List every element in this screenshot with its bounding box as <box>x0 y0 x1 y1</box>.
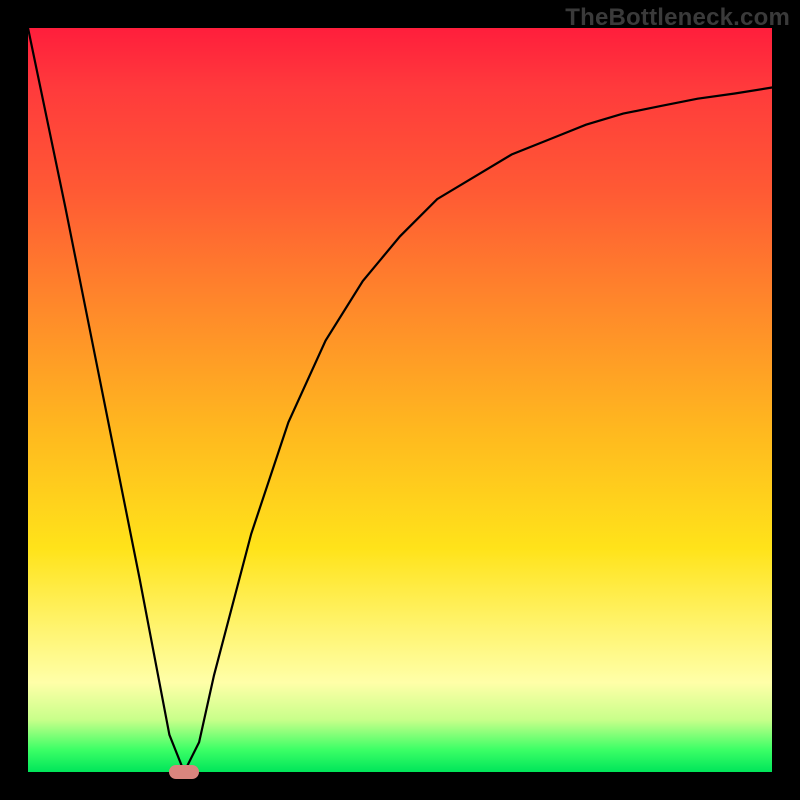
optimal-point-marker <box>169 765 199 779</box>
bottleneck-curve <box>28 28 772 772</box>
watermark-text: TheBottleneck.com <box>565 4 790 32</box>
chart-frame <box>28 28 772 772</box>
